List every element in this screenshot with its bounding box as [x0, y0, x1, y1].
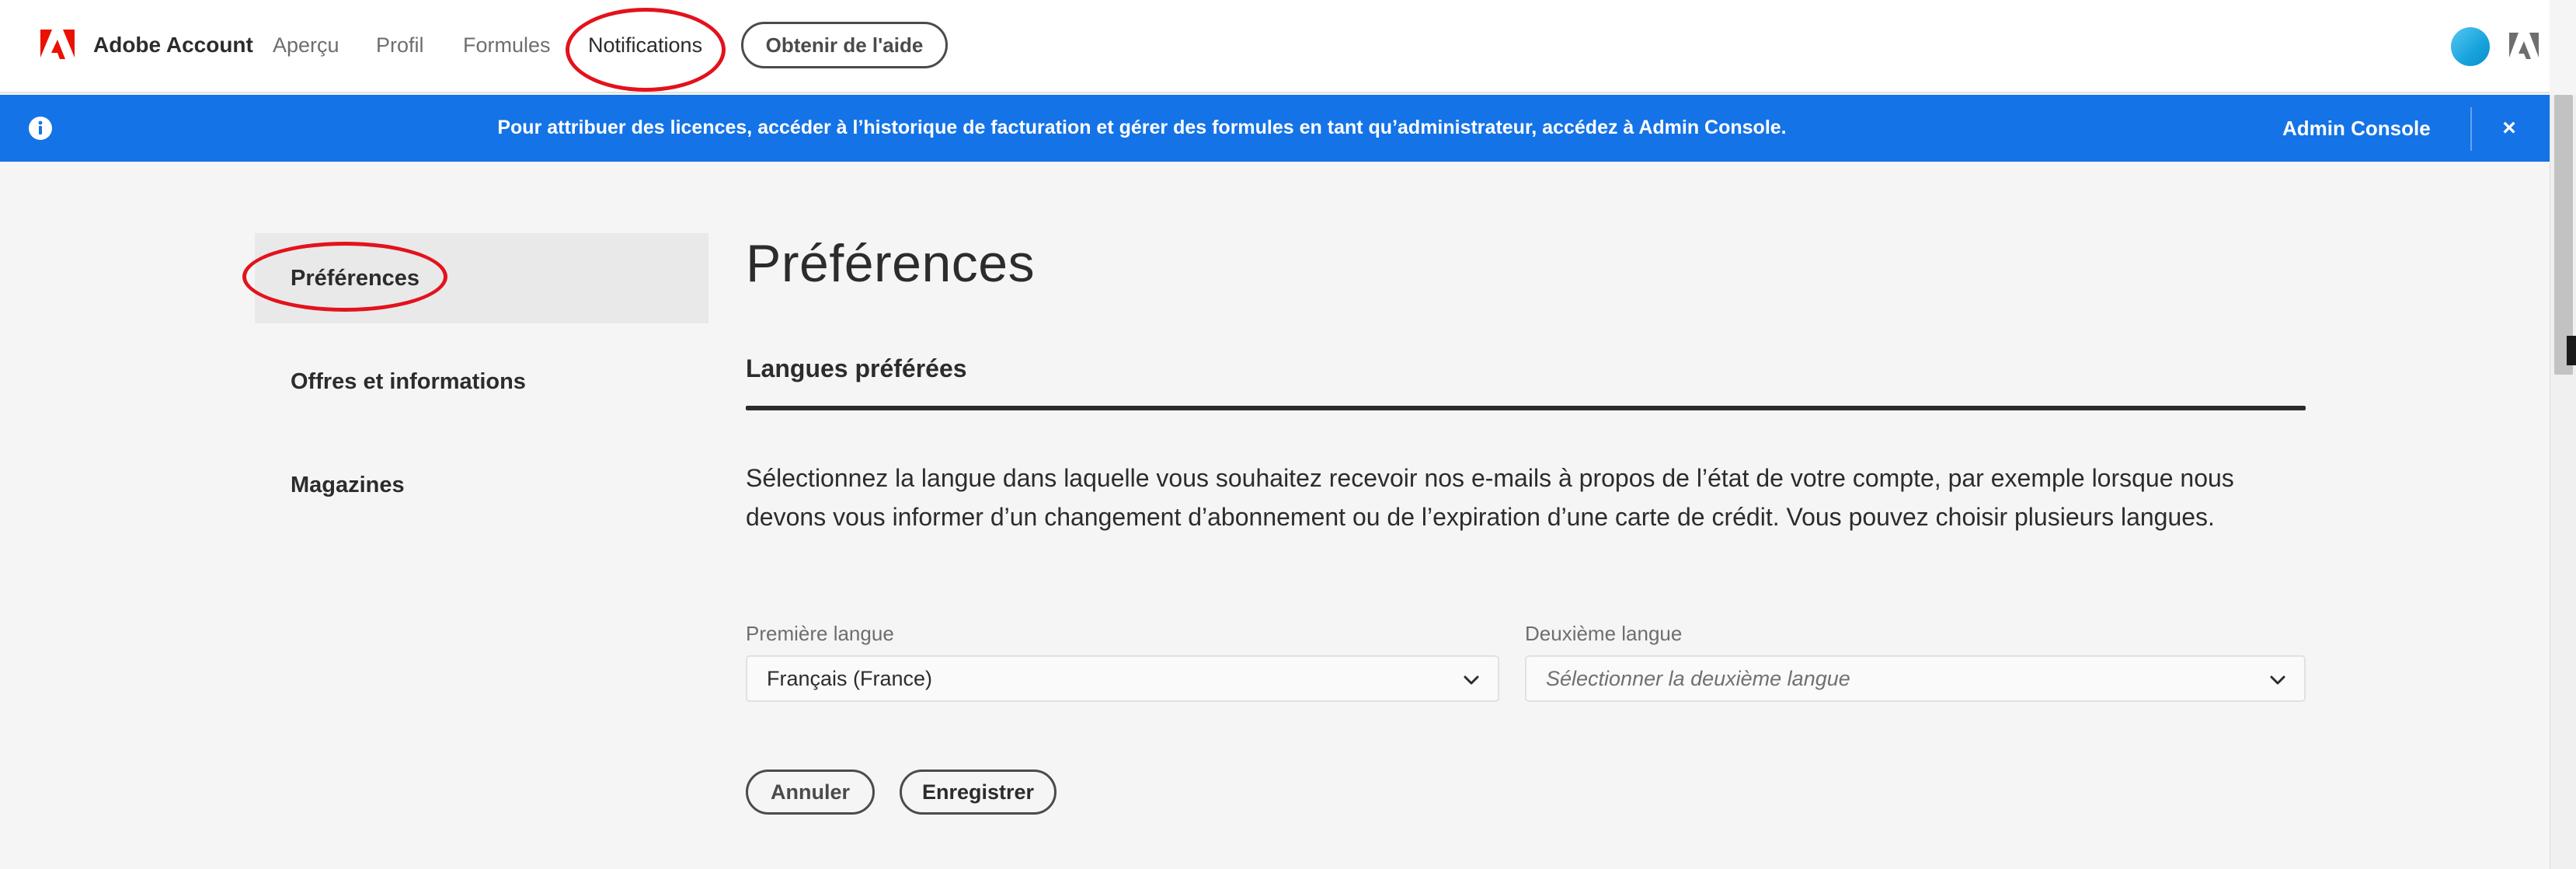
nav-formules[interactable]: Formules: [463, 33, 551, 58]
cursor-marker: [2567, 336, 2576, 365]
scrollbar-thumb[interactable]: [2554, 95, 2573, 375]
cancel-button[interactable]: Annuler: [746, 770, 875, 815]
second-language-select[interactable]: Sélectionner la deuxième langue: [1525, 655, 2306, 702]
language-description: Sélectionnez la langue dans laquelle vou…: [746, 464, 2234, 531]
page-title: Préférences: [746, 234, 1036, 293]
avatar[interactable]: [2451, 27, 2490, 66]
sidebar-item-preferences[interactable]: Préférences: [255, 233, 708, 323]
second-language-label: Deuxième langue: [1525, 622, 1683, 645]
nav-notifications[interactable]: Notifications: [588, 33, 702, 58]
nav-profil[interactable]: Profil: [376, 33, 424, 58]
first-language-label: Première langue: [746, 622, 894, 645]
banner-message: Pour attribuer des licences, accéder à l…: [497, 117, 1787, 138]
get-help-button[interactable]: Obtenir de l'aide: [741, 22, 948, 68]
section-title: Langues préférées: [746, 354, 967, 382]
admin-banner: Pour attribuer des licences, accéder à l…: [0, 95, 2550, 162]
banner-divider: [2470, 107, 2472, 151]
top-navigation: Adobe Account Aperçu Profil Formules Not…: [0, 0, 2550, 93]
close-icon[interactable]: ×: [2498, 117, 2521, 140]
save-button[interactable]: Enregistrer: [900, 770, 1057, 815]
first-language-select[interactable]: Français (France): [746, 655, 1499, 702]
admin-console-link[interactable]: Admin Console: [2282, 117, 2431, 141]
nav-apercu[interactable]: Aperçu: [273, 33, 339, 58]
chevron-down-icon: [1464, 675, 1479, 685]
sidebar-item-magazines[interactable]: Magazines: [255, 440, 708, 530]
page-scrollbar[interactable]: [2550, 95, 2576, 869]
brand-name[interactable]: Adobe Account: [93, 33, 253, 58]
adobe-apps-icon[interactable]: [2509, 33, 2539, 59]
section-divider: [746, 406, 2306, 410]
adobe-logo-icon[interactable]: [40, 30, 75, 61]
second-language-placeholder: Sélectionner la deuxième langue: [1546, 666, 1850, 690]
first-language-value: Français (France): [767, 666, 933, 690]
sidebar-item-offers[interactable]: Offres et informations: [255, 337, 708, 427]
chevron-down-icon: [2270, 675, 2285, 685]
